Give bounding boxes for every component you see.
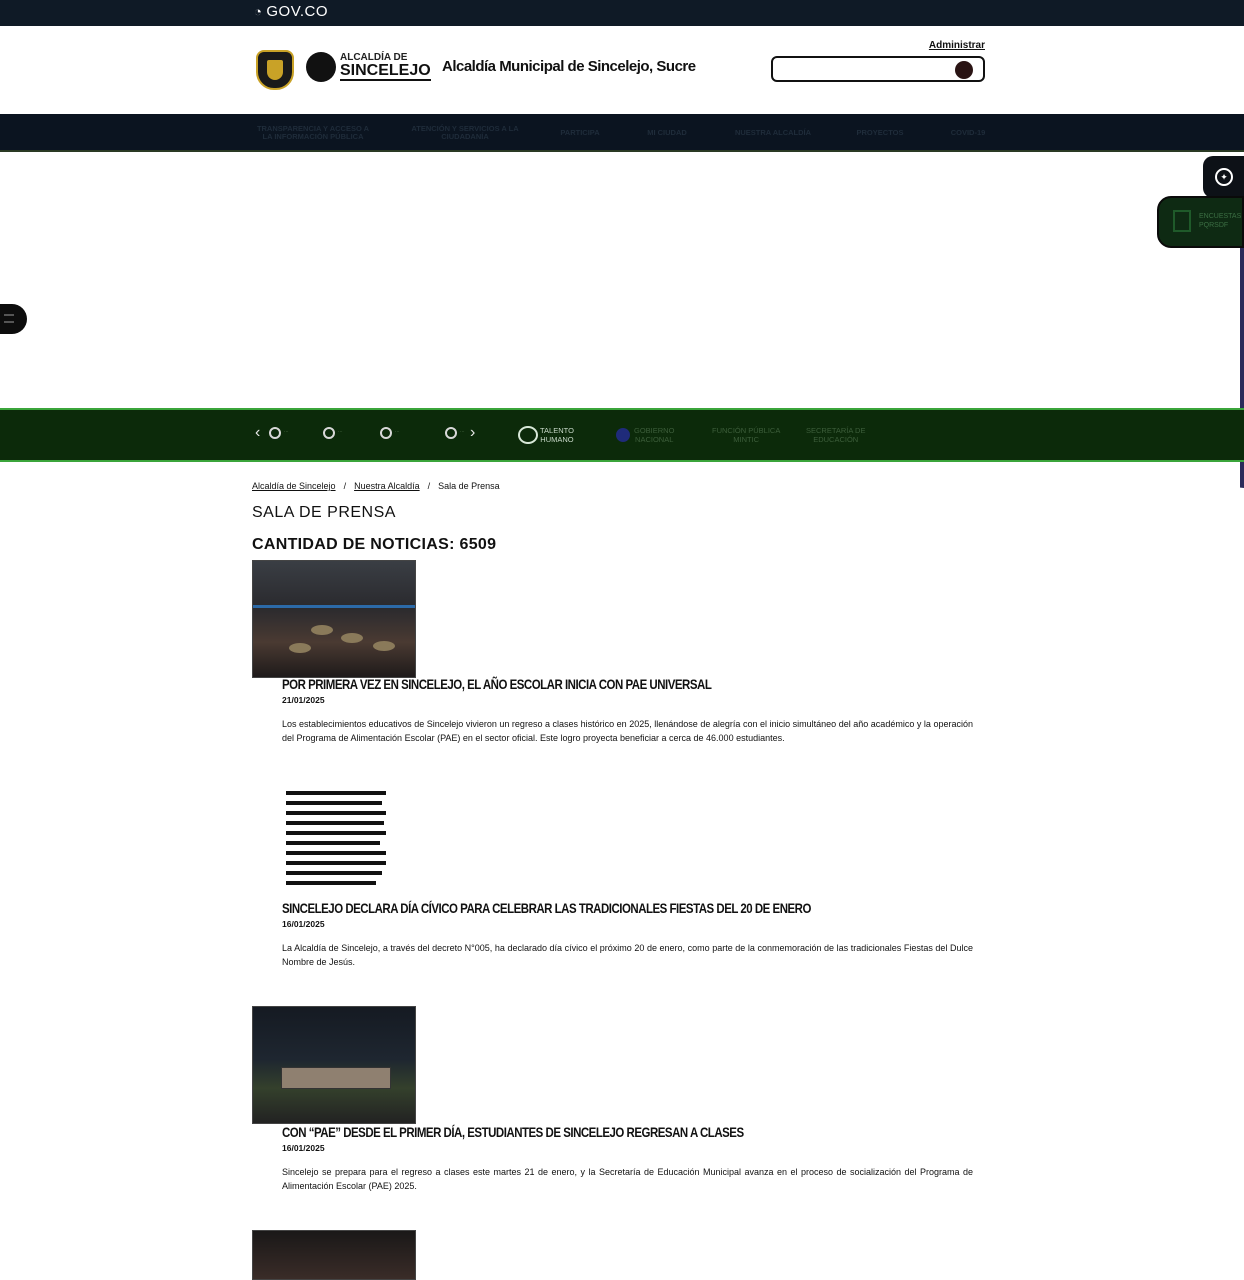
- partner-talento-line1: TALENTO: [540, 426, 574, 435]
- carousel-item-label: ...: [395, 428, 400, 434]
- admin-link[interactable]: Administrar: [920, 40, 985, 51]
- left-menu-tab[interactable]: [0, 304, 27, 334]
- nav-item-atencion[interactable]: ATENCIÓN Y SERVICIOS A LA CIUDADANÍA: [410, 114, 520, 152]
- nav-item-mi-ciudad[interactable]: MI CIUDAD: [636, 114, 698, 152]
- carousel-item-label: ...: [284, 428, 289, 434]
- news-date: 16/01/2025: [282, 919, 325, 929]
- site-header: ALCALDÍA DE SINCELEJO Alcaldía Municipal…: [0, 26, 1244, 114]
- partner-sec-line1: SECRETARÍA DE: [806, 426, 866, 435]
- nav-item-nuestra-alcaldia[interactable]: NUESTRA ALCALDÍA: [726, 114, 820, 152]
- news-summary: La Alcaldía de Sincelejo, a través del d…: [282, 943, 973, 967]
- main-nav: TRANSPARENCIA Y ACCESO A LA INFORMACIÓN …: [0, 114, 1244, 152]
- breadcrumb-separator: /: [427, 481, 431, 491]
- breadcrumb-nuestra-alcaldia[interactable]: Nuestra Alcaldía: [354, 481, 420, 491]
- partner-talento-line2: HUMANO: [540, 435, 574, 445]
- partners-band: ‹ ... ... ... ... › TALENTO HUMANO GOBIE…: [0, 408, 1244, 462]
- news-thumbnail[interactable]: [270, 783, 410, 895]
- news-title[interactable]: SINCELEJO DECLARA DÍA CÍVICO PARA CELEBR…: [282, 900, 811, 916]
- pqrs-widget-label-1: ENCUESTAS: [1199, 213, 1242, 220]
- carousel-item-icon[interactable]: [380, 427, 392, 439]
- talento-humano-logo-icon: [518, 426, 538, 444]
- carousel-next-icon[interactable]: ›: [470, 424, 475, 442]
- carousel-item-icon[interactable]: [323, 427, 335, 439]
- news-date: 21/01/2025: [282, 695, 325, 705]
- govco-logo-text: GOV.CO: [266, 3, 328, 20]
- site-title: Alcaldía Municipal de Sincelejo, Sucre: [442, 58, 696, 75]
- nav-item-covid[interactable]: COVID-19: [940, 114, 996, 152]
- accessibility-button[interactable]: ✦: [1203, 156, 1244, 198]
- news-count-label: CANTIDAD DE NOTICIAS:: [252, 536, 455, 553]
- partner-funcion-line2: MINTIC: [733, 435, 760, 445]
- govco-logo[interactable]: ◔ GOV.CO: [254, 3, 328, 20]
- search-button[interactable]: [955, 61, 973, 79]
- partner-funcion-publica[interactable]: FUNCIÓN PÚBLICA MINTIC: [712, 426, 780, 445]
- news-count: CANTIDAD DE NOTICIAS: 6509: [252, 536, 496, 554]
- partner-secretaria[interactable]: SECRETARÍA DE EDUCACIÓN: [806, 426, 865, 445]
- gov-bar: ◔ GOV.CO: [0, 0, 1244, 26]
- document-icon: [1173, 210, 1191, 232]
- city-badge-icon: [306, 52, 336, 82]
- partner-funcion-line1: FUNCIÓN PÚBLICA: [712, 426, 781, 435]
- news-title[interactable]: CON “PAE” DESDE EL PRIMER DÍA, ESTUDIANT…: [282, 1124, 744, 1140]
- news-summary: Los establecimientos educativos de Since…: [282, 719, 973, 743]
- nav-item-participa[interactable]: PARTICIPA: [550, 114, 610, 152]
- partner-talento-humano[interactable]: TALENTO HUMANO: [540, 426, 574, 445]
- breadcrumb-home[interactable]: Alcaldía de Sincelejo: [252, 481, 336, 491]
- nav-item-proyectos[interactable]: PROYECTOS: [848, 114, 912, 152]
- news-summary: Sincelejo se prepara para el regreso a c…: [282, 1167, 973, 1191]
- govco-mark-icon: ◔: [254, 4, 263, 19]
- nav-item-transparencia[interactable]: TRANSPARENCIA Y ACCESO A LA INFORMACIÓN …: [254, 114, 372, 152]
- city-logo-big: SINCELEJO: [340, 62, 431, 81]
- carousel-prev-icon[interactable]: ‹: [255, 424, 260, 442]
- pqrs-widget-label-2: PQRSDF: [1199, 222, 1229, 230]
- carousel-item-label: ...: [460, 428, 465, 434]
- breadcrumb-current: Sala de Prensa: [438, 481, 500, 491]
- city-logo[interactable]: ALCALDÍA DE SINCELEJO: [306, 52, 431, 82]
- partner-gov-line2: NACIONAL: [635, 435, 674, 445]
- colombia-shield-icon: [256, 50, 294, 90]
- news-thumbnail[interactable]: [252, 1230, 416, 1280]
- pqrs-widget[interactable]: ENCUESTAS PQRSDF: [1157, 196, 1244, 248]
- news-date: 16/01/2025: [282, 1143, 325, 1153]
- news-title[interactable]: POR PRIMERA VEZ EN SINCELEJO, EL AÑO ESC…: [282, 676, 712, 692]
- news-count-value: 6509: [459, 536, 497, 553]
- search-input[interactable]: [771, 56, 985, 82]
- accessibility-icon: ✦: [1215, 168, 1233, 186]
- carousel-item-label: ...: [338, 428, 343, 434]
- breadcrumb: Alcaldía de Sincelejo / Nuestra Alcaldía…: [252, 481, 500, 491]
- partner-gobierno[interactable]: GOBIERNO NACIONAL: [634, 426, 674, 445]
- partner-sec-line2: EDUCACIÓN: [813, 435, 859, 445]
- partner-gov-line1: GOBIERNO: [634, 426, 675, 435]
- breadcrumb-separator: /: [343, 481, 347, 491]
- carousel-item-icon[interactable]: [445, 427, 457, 439]
- page-title: SALA DE PRENSA: [252, 504, 396, 521]
- carousel-item-icon[interactable]: [269, 427, 281, 439]
- gobierno-flag-icon: [616, 428, 630, 442]
- news-thumbnail[interactable]: [252, 1006, 416, 1124]
- news-thumbnail[interactable]: [252, 560, 416, 678]
- menu-icon: [4, 314, 14, 323]
